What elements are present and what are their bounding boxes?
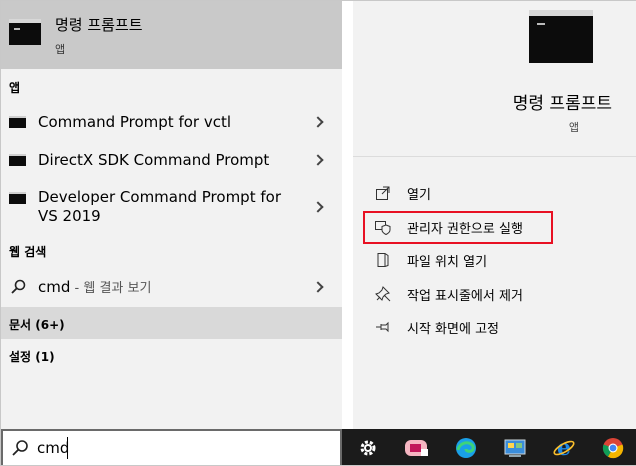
cmd-app-large-icon [529, 10, 593, 63]
search-icon [11, 279, 26, 294]
open-icon [376, 186, 390, 200]
app-result-label: Command Prompt for vctl [38, 113, 232, 131]
documents-category[interactable]: 문서 (6+) [1, 307, 342, 339]
app-result-developer[interactable]: Developer Command Prompt for VS 2019 [1, 187, 342, 229]
chevron-right-icon[interactable] [312, 154, 324, 166]
app-result-directx[interactable]: DirectX SDK Command Prompt [1, 149, 342, 171]
open-action[interactable]: 열기 [375, 182, 615, 204]
web-search-result[interactable]: cmd - 웹 결과 보기 [1, 276, 342, 298]
best-match-item[interactable]: 명령 프롬프트 앱 [1, 1, 342, 69]
detail-type: 앱 [568, 121, 579, 134]
control-panel-icon[interactable] [500, 433, 530, 463]
web-search-label: cmd - 웹 결과 보기 [38, 277, 151, 299]
gear-icon[interactable] [353, 433, 383, 463]
open-file-location-label: 파일 위치 열기 [407, 255, 488, 270]
cmd-app-icon [9, 192, 26, 204]
divider [353, 156, 636, 157]
settings-label: 설정 (1) [9, 350, 55, 364]
best-match-type: 앱 [55, 43, 66, 56]
highlight-box [363, 211, 553, 244]
folder-location-icon [377, 253, 389, 267]
cmd-app-icon [9, 116, 26, 128]
app-result-label-line2: VS 2019 [38, 207, 101, 225]
search-input[interactable]: cmd [37, 439, 69, 457]
photo-app-icon[interactable] [402, 433, 432, 463]
chevron-right-icon[interactable] [312, 201, 324, 213]
best-match-title: 명령 프롬프트 [55, 16, 143, 34]
cmd-app-icon [9, 154, 26, 166]
detail-title: 명령 프롬프트 [512, 94, 612, 114]
text-cursor [67, 437, 68, 459]
unpin-taskbar-label: 작업 표시줄에서 제거 [407, 289, 523, 304]
pin-icon [376, 321, 389, 333]
documents-label: 문서 (6+) [9, 318, 65, 332]
pin-start-label: 시작 화면에 고정 [407, 322, 499, 337]
app-result-label-line1: Developer Command Prompt for [38, 188, 281, 206]
open-file-location-action[interactable]: 파일 위치 열기 [375, 249, 615, 271]
search-box[interactable]: cmd [1, 429, 342, 465]
internet-explorer-icon[interactable]: e [549, 433, 579, 463]
chrome-icon[interactable] [598, 433, 628, 463]
web-search-header: 웹 검색 [9, 245, 47, 259]
app-result-label: DirectX SDK Command Prompt [38, 151, 270, 169]
unpin-taskbar-action[interactable]: 작업 표시줄에서 제거 [375, 283, 615, 305]
chevron-right-icon[interactable] [312, 116, 324, 128]
open-label: 열기 [407, 188, 431, 203]
chevron-right-icon[interactable] [312, 281, 324, 293]
web-query: cmd [38, 278, 71, 296]
apps-header: 앱 [9, 81, 21, 95]
search-icon [12, 440, 28, 456]
edge-icon[interactable] [451, 433, 481, 463]
cmd-app-icon [9, 19, 41, 45]
start-menu: 명령 프롬프트 앱 앱 Command Prompt for vctl Dire… [0, 0, 636, 466]
pin-start-action[interactable]: 시작 화면에 고정 [375, 316, 615, 338]
web-query-suffix: - 웹 결과 보기 [70, 281, 152, 296]
unpin-icon [375, 286, 391, 302]
app-result-vctl[interactable]: Command Prompt for vctl [1, 111, 342, 133]
results-pane: 명령 프롬프트 앱 앱 Command Prompt for vctl Dire… [1, 1, 342, 429]
settings-category[interactable]: 설정 (1) [1, 339, 342, 371]
svg-text:e: e [557, 436, 571, 460]
